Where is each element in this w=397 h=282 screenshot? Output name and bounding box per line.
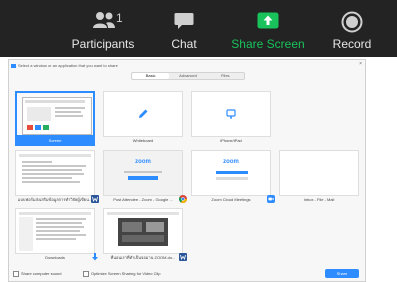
share-tabs: Basic Advanced Files [131, 72, 245, 80]
dialog-footer: Share computer sound Optimize Screen Sha… [9, 267, 365, 281]
device-icon [226, 109, 236, 119]
dialog-title-text: Select a window or an application that y… [18, 63, 118, 68]
share-computer-sound-checkbox[interactable]: Share computer sound [13, 271, 61, 277]
whiteboard-thumbnail [103, 91, 183, 137]
screen-thumbnail [15, 91, 95, 137]
tab-advanced[interactable]: Advanced [169, 73, 206, 79]
chat-button[interactable]: Chat [164, 0, 204, 57]
share-sound-label: Share computer sound [21, 271, 62, 277]
share-dialog: Select a window or an application that y… [8, 59, 366, 282]
chat-icon [174, 13, 194, 29]
tile-caption: Inbox - File - Mail [303, 197, 335, 202]
checkbox-box[interactable] [83, 271, 89, 277]
record-icon [341, 11, 363, 33]
tab-basic[interactable]: Basic [132, 73, 170, 79]
zoom-logo: zoom [135, 159, 151, 165]
record-label: Record [332, 37, 372, 51]
share-tile-window-zoom-doc[interactable]: ที่นอนเราที่ทำเป็นจอมาน ZOOM.do... [103, 208, 187, 263]
iphone-ipad-thumbnail [191, 91, 271, 137]
tile-caption: ที่นอนเราที่ทำเป็นจอมาน ZOOM.do... [110, 255, 176, 260]
share-screen-label: Share Screen [231, 37, 305, 51]
share-tile-window-post-attendee[interactable]: zoom Post Attendee - Zoom - Google ... [103, 150, 187, 205]
optimize-label: Optimize Screen Sharing for Video Clip [91, 271, 161, 277]
tile-caption: Downloads [45, 255, 65, 260]
tab-files[interactable]: Files [207, 73, 244, 79]
participants-button[interactable]: 1 Participants [70, 0, 136, 57]
window-thumbnail [15, 208, 95, 254]
optimize-video-checkbox[interactable]: Optimize Screen Sharing for Video Clip [83, 271, 161, 277]
tile-caption: Whiteboard [132, 138, 154, 143]
share-tile-window-inbox-mail[interactable]: Inbox - File - Mail [279, 150, 359, 205]
window-thumbnail [103, 208, 183, 254]
share-tile-iphone-ipad[interactable]: iPhone/iPad [191, 91, 271, 146]
share-tile-screen[interactable]: Screen [15, 91, 95, 146]
share-screen-icon [257, 12, 279, 29]
zoom-app-icon [11, 63, 16, 68]
dialog-title: Select a window or an application that y… [11, 61, 363, 70]
tile-caption: แบบฟอร์มส่งเสริมข้อมูลการทำวิจัยผู้เขียน… [17, 197, 93, 202]
share-screen-button[interactable]: Share Screen [230, 0, 306, 57]
window-thumbnail [279, 150, 359, 196]
chat-label: Chat [171, 37, 197, 51]
tile-caption: Screen [48, 138, 62, 143]
meeting-toolbar: 1 Participants Chat Share Screen Record [0, 0, 397, 57]
window-thumbnail: zoom [191, 150, 271, 196]
share-tile-window-downloads[interactable]: Downloads [15, 208, 98, 263]
window-thumbnail [15, 150, 95, 196]
pen-icon [139, 109, 148, 118]
share-button[interactable]: Share [325, 269, 359, 278]
participants-icon [93, 12, 115, 28]
share-tile-window-thai-form[interactable]: แบบฟอร์มส่งเสริมข้อมูลการทำวิจัยผู้เขียน… [15, 150, 99, 205]
checkbox-box[interactable] [13, 271, 19, 277]
tile-caption: Zoom Cloud Meetings [211, 197, 251, 202]
close-icon[interactable]: × [359, 61, 362, 68]
participants-count: 1 [116, 11, 123, 25]
zoom-logo: zoom [223, 159, 239, 165]
share-tile-window-zoom-cloud-meetings[interactable]: zoom Zoom Cloud Meetings [191, 150, 275, 205]
window-thumbnail: zoom [103, 150, 183, 196]
participants-label: Participants [71, 37, 135, 51]
tile-caption: Post Attendee - Zoom - Google ... [113, 197, 173, 202]
desktop-preview [22, 97, 92, 135]
share-tile-whiteboard[interactable]: Whiteboard [103, 91, 183, 146]
tile-caption: iPhone/iPad [220, 138, 242, 143]
record-button[interactable]: Record [326, 0, 378, 57]
